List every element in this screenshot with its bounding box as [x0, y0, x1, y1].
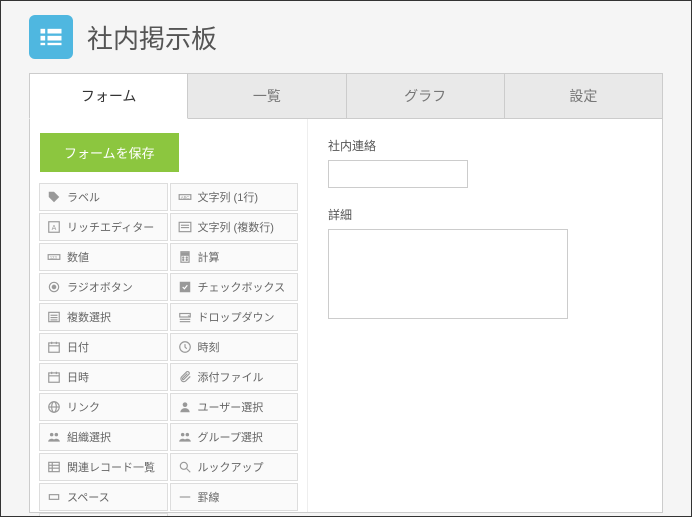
palette-item-text: ラベル	[67, 189, 100, 205]
textarea-input[interactable]	[328, 229, 568, 319]
palette-item-text: 数値	[67, 249, 89, 265]
field-palette-sidebar: フォームを保存 ラベル ABC 文字列 (1行) A リッチエディター	[30, 119, 308, 512]
dropdown-icon	[177, 309, 193, 325]
tab-graph[interactable]: グラフ	[347, 73, 505, 119]
number-icon: 123	[46, 249, 62, 265]
rich-editor-icon: A	[46, 219, 62, 235]
tab-settings[interactable]: 設定	[505, 73, 663, 119]
spacer-icon	[46, 489, 62, 505]
palette-item-checkbox[interactable]: チェックボックス	[170, 273, 299, 301]
app-title: 社内掲示板	[87, 19, 217, 56]
palette-item-text-single[interactable]: ABC 文字列 (1行)	[170, 183, 299, 211]
palette-item-radio[interactable]: ラジオボタン	[39, 273, 168, 301]
calendar-icon	[46, 339, 62, 355]
svg-text:A: A	[52, 225, 57, 232]
palette-item-text: 罫線	[198, 489, 220, 505]
palette-item-number[interactable]: 123 数値	[39, 243, 168, 271]
palette-item-text: 文字列 (1行)	[198, 189, 259, 205]
palette-item-spacer[interactable]: スペース	[39, 483, 168, 511]
org-icon	[46, 429, 62, 445]
text-multi-icon	[177, 219, 193, 235]
app-icon	[29, 15, 73, 59]
paperclip-icon	[177, 369, 193, 385]
hr-icon	[177, 489, 193, 505]
palette-item-text: リンク	[67, 399, 100, 415]
palette-item-text: 複数選択	[67, 309, 111, 325]
globe-icon	[46, 399, 62, 415]
palette-item-user-select[interactable]: ユーザー選択	[170, 393, 299, 421]
group-icon	[177, 429, 193, 445]
palette-item-date[interactable]: 日付	[39, 333, 168, 361]
search-icon	[177, 459, 193, 475]
form-field-textarea[interactable]: 詳細	[328, 206, 642, 322]
form-canvas[interactable]: 社内連絡 詳細	[308, 119, 662, 512]
palette-item-text: ドロップダウン	[198, 309, 275, 325]
tab-form[interactable]: フォーム	[29, 73, 188, 119]
palette-item-time[interactable]: 時刻	[170, 333, 299, 361]
palette-item-group-container[interactable]: グループ	[39, 513, 168, 517]
header: 社内掲示板	[1, 1, 691, 73]
palette-item-text: 日付	[67, 339, 89, 355]
palette-item-datetime[interactable]: 日時	[39, 363, 168, 391]
field-label: 社内連絡	[328, 137, 642, 154]
palette-item-text: 時刻	[198, 339, 220, 355]
palette-item-text: 関連レコード一覧	[67, 459, 155, 475]
palette-item-dropdown[interactable]: ドロップダウン	[170, 303, 299, 331]
palette-item-lookup[interactable]: ルックアップ	[170, 453, 299, 481]
palette-item-text: スペース	[67, 489, 110, 505]
palette-item-text: ラジオボタン	[67, 279, 133, 295]
checkbox-icon	[177, 279, 193, 295]
palette-item-hr[interactable]: 罫線	[170, 483, 299, 511]
palette-item-text: 文字列 (複数行)	[198, 219, 274, 235]
tabs: フォーム 一覧 グラフ 設定	[29, 73, 663, 119]
palette-item-text: 添付ファイル	[198, 369, 264, 385]
palette-item-link[interactable]: リンク	[39, 393, 168, 421]
palette-item-group-select[interactable]: グループ選択	[170, 423, 299, 451]
svg-text:123: 123	[50, 255, 58, 260]
calendar-icon	[46, 369, 62, 385]
field-label: 詳細	[328, 206, 642, 223]
tag-icon	[46, 189, 62, 205]
content: フォームを保存 ラベル ABC 文字列 (1行) A リッチエディター	[29, 119, 663, 513]
palette-item-text: 組織選択	[67, 429, 111, 445]
form-field-text[interactable]: 社内連絡	[328, 137, 642, 188]
palette-item-text: ユーザー選択	[198, 399, 264, 415]
records-icon	[46, 459, 62, 475]
text-input[interactable]	[328, 160, 468, 188]
calculator-icon	[177, 249, 193, 265]
palette-item-attachment[interactable]: 添付ファイル	[170, 363, 299, 391]
palette-item-text: グループ選択	[198, 429, 263, 445]
save-form-button[interactable]: フォームを保存	[40, 133, 179, 172]
palette-item-related-records[interactable]: 関連レコード一覧	[39, 453, 168, 481]
palette-item-text: ルックアップ	[198, 459, 264, 475]
palette-item-org-select[interactable]: 組織選択	[39, 423, 168, 451]
palette-item-text: 計算	[198, 249, 220, 265]
palette-item-text-multi[interactable]: 文字列 (複数行)	[170, 213, 299, 241]
field-palette: ラベル ABC 文字列 (1行) A リッチエディター 文字列 (複数行) 1	[38, 182, 299, 517]
palette-item-text: 日時	[67, 369, 89, 385]
tab-list[interactable]: 一覧	[188, 73, 346, 119]
app-settings-page: 社内掲示板 フォーム 一覧 グラフ 設定 フォームを保存 ラベル ABC 文字列…	[0, 0, 692, 517]
multi-select-icon	[46, 309, 62, 325]
clock-icon	[177, 339, 193, 355]
user-icon	[177, 399, 193, 415]
radio-icon	[46, 279, 62, 295]
palette-item-label[interactable]: ラベル	[39, 183, 168, 211]
text-single-icon: ABC	[177, 189, 193, 205]
palette-item-text: チェックボックス	[198, 279, 286, 295]
svg-text:ABC: ABC	[180, 195, 188, 200]
palette-item-multi-select[interactable]: 複数選択	[39, 303, 168, 331]
palette-item-calc[interactable]: 計算	[170, 243, 299, 271]
palette-item-rich-editor[interactable]: A リッチエディター	[39, 213, 168, 241]
palette-item-text: リッチエディター	[67, 219, 154, 235]
